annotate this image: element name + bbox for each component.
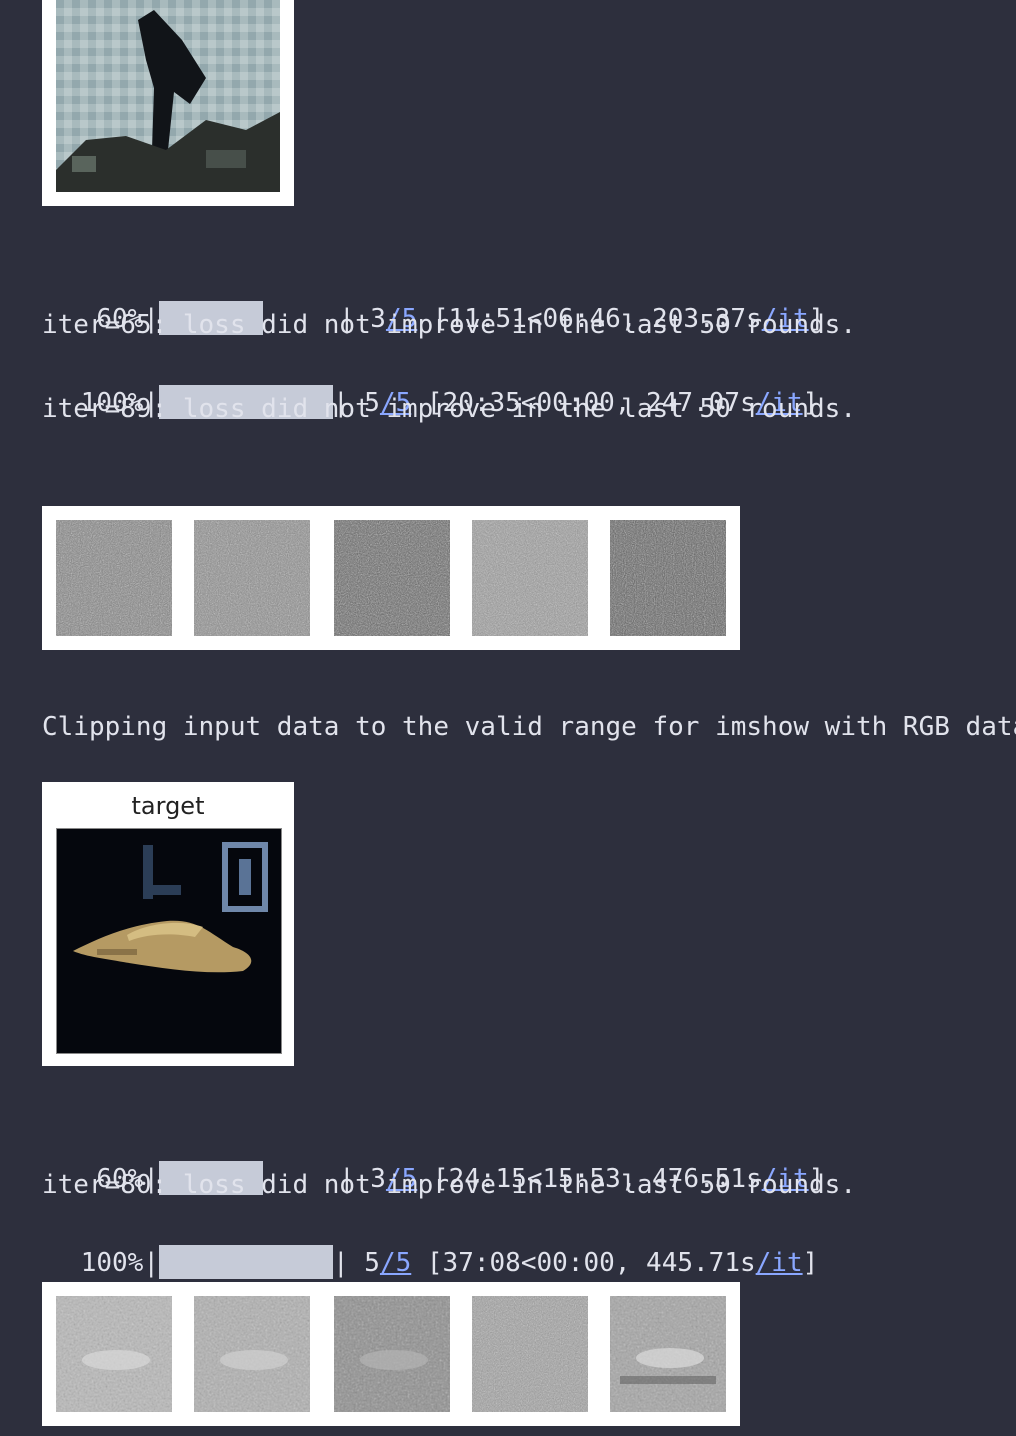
noise-image-3 xyxy=(334,520,450,636)
log-line-3: iter=80: loss did not improve in the las… xyxy=(42,1170,856,1200)
reconstruction-image-5 xyxy=(610,1296,726,1412)
progress-bar-fill xyxy=(158,1245,333,1279)
noise-images-figure xyxy=(42,506,740,650)
progress-bar xyxy=(158,1244,333,1280)
target-image-graphic xyxy=(57,829,281,1053)
progress-unit-link[interactable]: /it xyxy=(756,1248,803,1278)
reconstruction-images-figure xyxy=(42,1282,740,1426)
target-figure: target xyxy=(42,782,294,1066)
noise-image-4 xyxy=(472,520,588,636)
reconstruction-image-4 xyxy=(472,1296,588,1412)
progress-percent: 100% xyxy=(80,1248,144,1278)
reconstruction-image-2 xyxy=(194,1296,310,1412)
log-line-1: iter=65: loss did not improve in the las… xyxy=(42,310,856,340)
log-line-2: iter=89: loss did not improve in the las… xyxy=(42,394,856,424)
noise-image-2 xyxy=(194,520,310,636)
top-image-figure xyxy=(42,0,294,206)
progress-time: [37:08<00:00, 445.71s xyxy=(426,1248,756,1278)
noise-image-1 xyxy=(56,520,172,636)
target-title: target xyxy=(131,792,205,820)
progress-done: 5 xyxy=(364,1248,380,1278)
progress-line-4: 100%| | 5/5 [37:08<00:00, 445.71s/it] xyxy=(42,1209,818,1279)
noise-image-5 xyxy=(610,520,726,636)
top-image xyxy=(56,0,280,192)
reconstruction-image-3 xyxy=(334,1296,450,1412)
progress-line-2: 100%| | 5/5 [20:35<00:00, 247.07s/it] xyxy=(42,349,818,419)
target-image xyxy=(56,828,282,1054)
progress-end: ] xyxy=(802,1248,819,1278)
clipping-warning: Clipping input data to the valid range f… xyxy=(42,712,1016,742)
progress-line-1: 60%| | 3/5 [11:51<06:46, 203.37s/it] xyxy=(42,265,824,335)
reconstruction-image-1 xyxy=(56,1296,172,1412)
progress-line-3: 60%| | 3/5 [24:15<15:53, 476.51s/it] xyxy=(42,1125,824,1195)
top-image-graphic xyxy=(56,0,280,192)
progress-total-link[interactable]: /5 xyxy=(380,1248,411,1278)
